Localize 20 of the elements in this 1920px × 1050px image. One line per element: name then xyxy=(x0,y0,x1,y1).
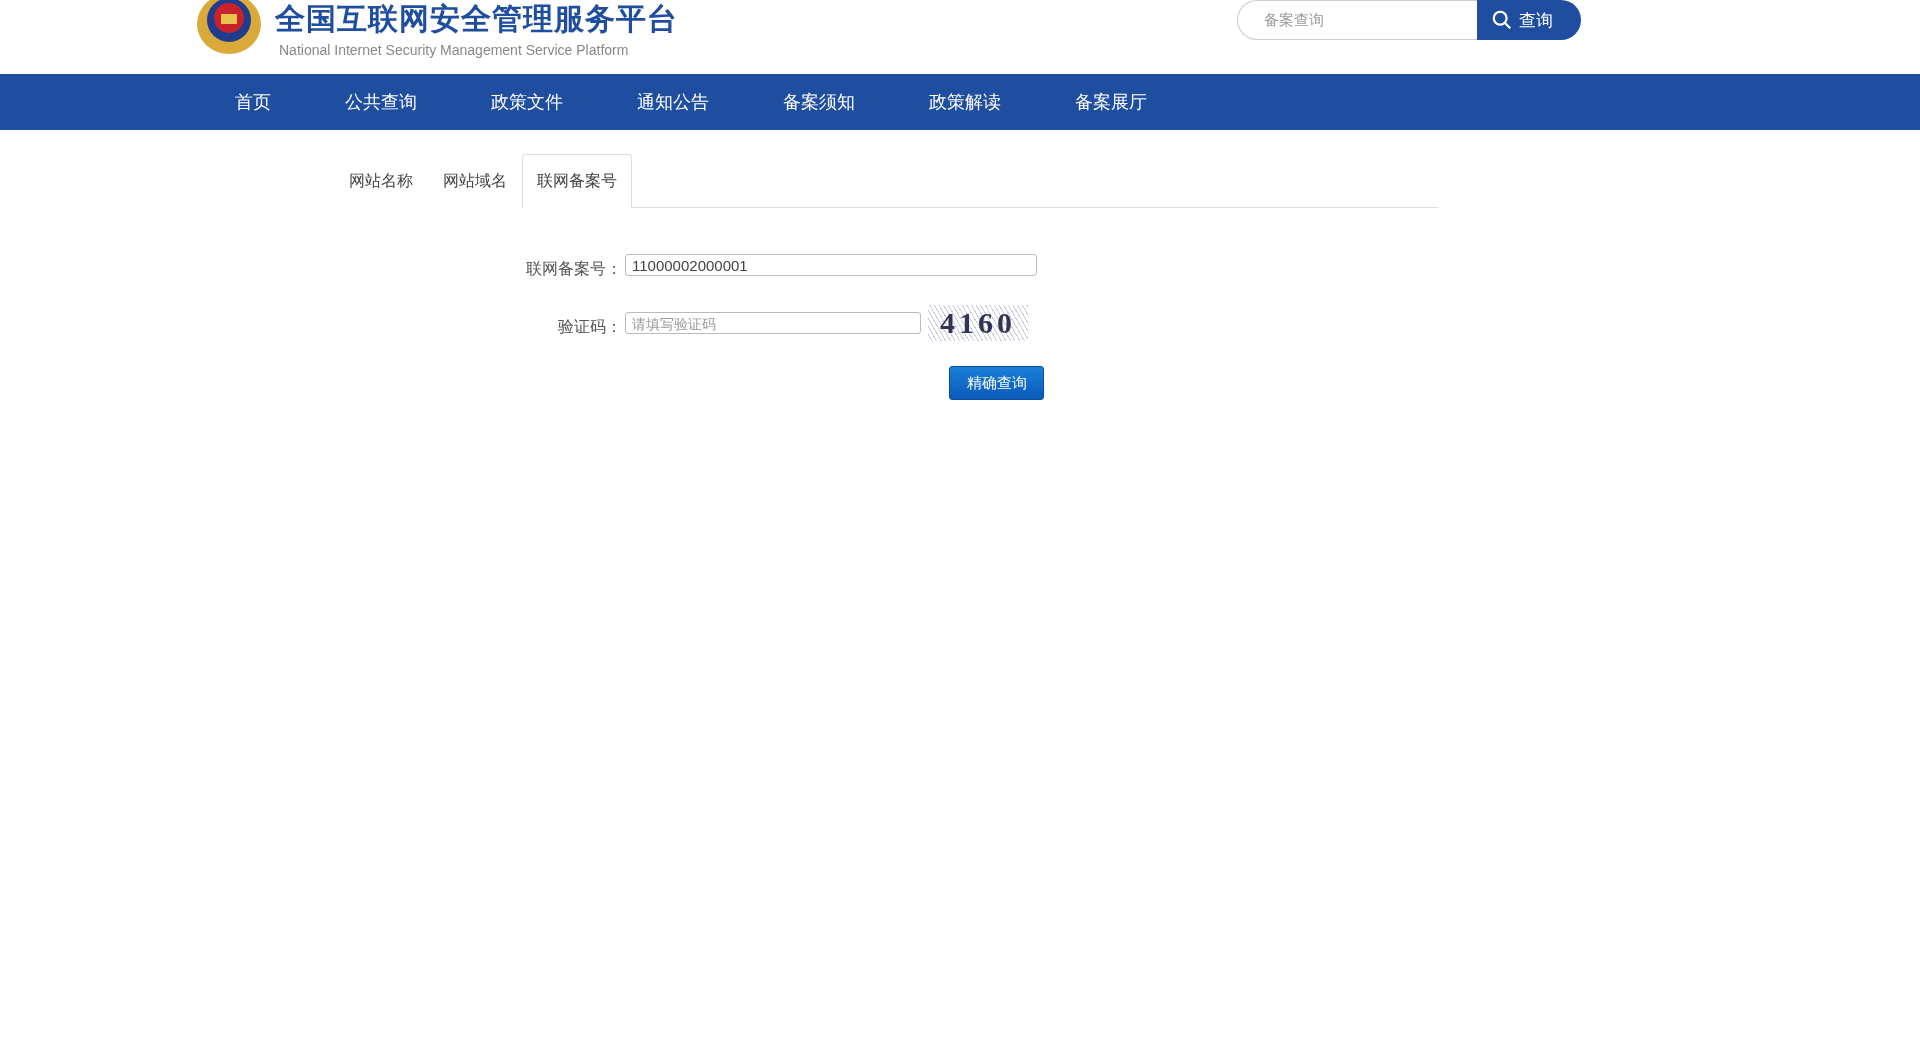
nav-link[interactable]: 政策文件 xyxy=(491,90,563,114)
site-title: 全国互联网安全管理服务平台 xyxy=(275,0,678,38)
submit-button[interactable]: 精确查询 xyxy=(949,366,1044,400)
nav-link[interactable]: 政策解读 xyxy=(929,90,1001,114)
search-icon xyxy=(1491,9,1513,31)
nav-link[interactable]: 备案展厅 xyxy=(1075,90,1147,114)
nav-link[interactable]: 备案须知 xyxy=(783,90,855,114)
nav-link[interactable]: 首页 xyxy=(235,90,271,114)
emblem-icon xyxy=(195,0,263,56)
nav-link[interactable]: 通知公告 xyxy=(637,90,709,114)
field-label: 验证码： xyxy=(557,315,622,338)
site-subtitle: National Internet Security Management Service Platform xyxy=(279,42,630,58)
nav-link[interactable]: 公共查询 xyxy=(345,90,417,114)
captcha-image: 4160 xyxy=(928,305,1028,341)
search-button[interactable]: 查询 xyxy=(1477,0,1581,40)
tab[interactable]: 联网备案号 xyxy=(522,154,632,208)
search-field[interactable]: 备案查询 xyxy=(1237,0,1477,40)
input-field[interactable]: 请填写验证码 xyxy=(625,312,921,334)
input-field[interactable]: 11000002000001 xyxy=(625,254,1037,276)
field-label: 联网备案号： xyxy=(525,257,622,280)
